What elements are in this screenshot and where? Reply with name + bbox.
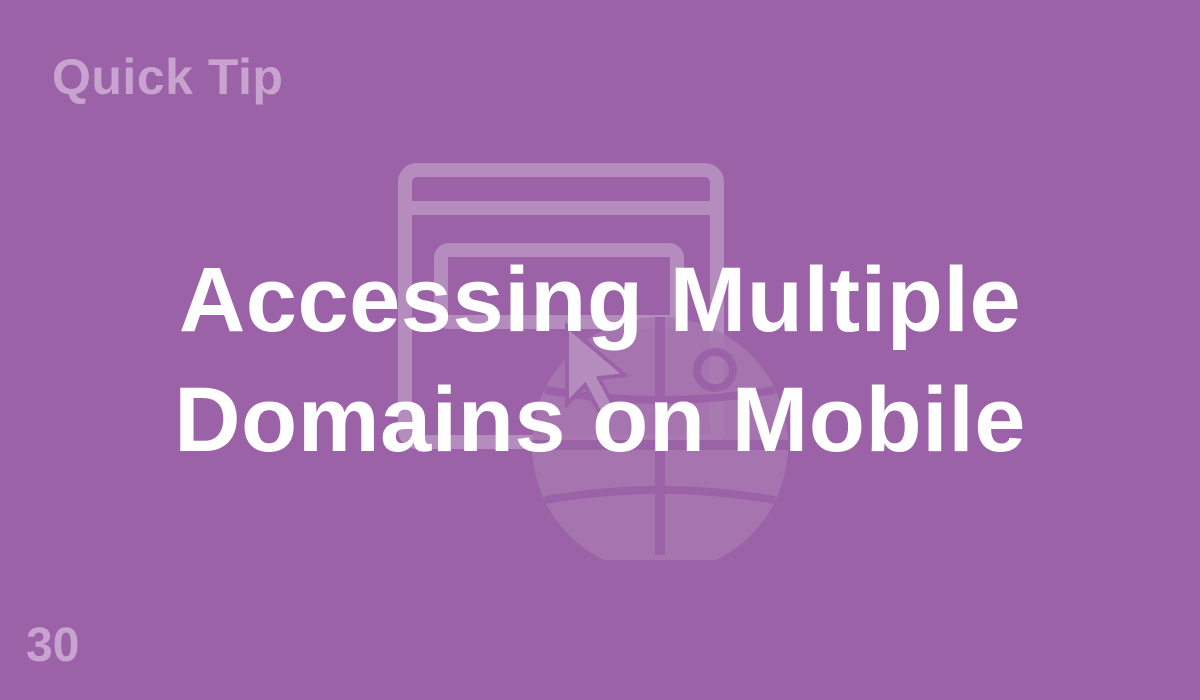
page-title: Accessing Multiple Domains on Mobile [0,240,1200,480]
title-line-1: Accessing Multiple [178,249,1022,351]
series-label: Quick Tip [52,49,284,105]
tip-card: Quick Tip Accessing Multiple Domains on … [0,0,1200,700]
tip-number: 30 [26,619,80,672]
title-line-2: Domains on Mobile [174,369,1026,471]
